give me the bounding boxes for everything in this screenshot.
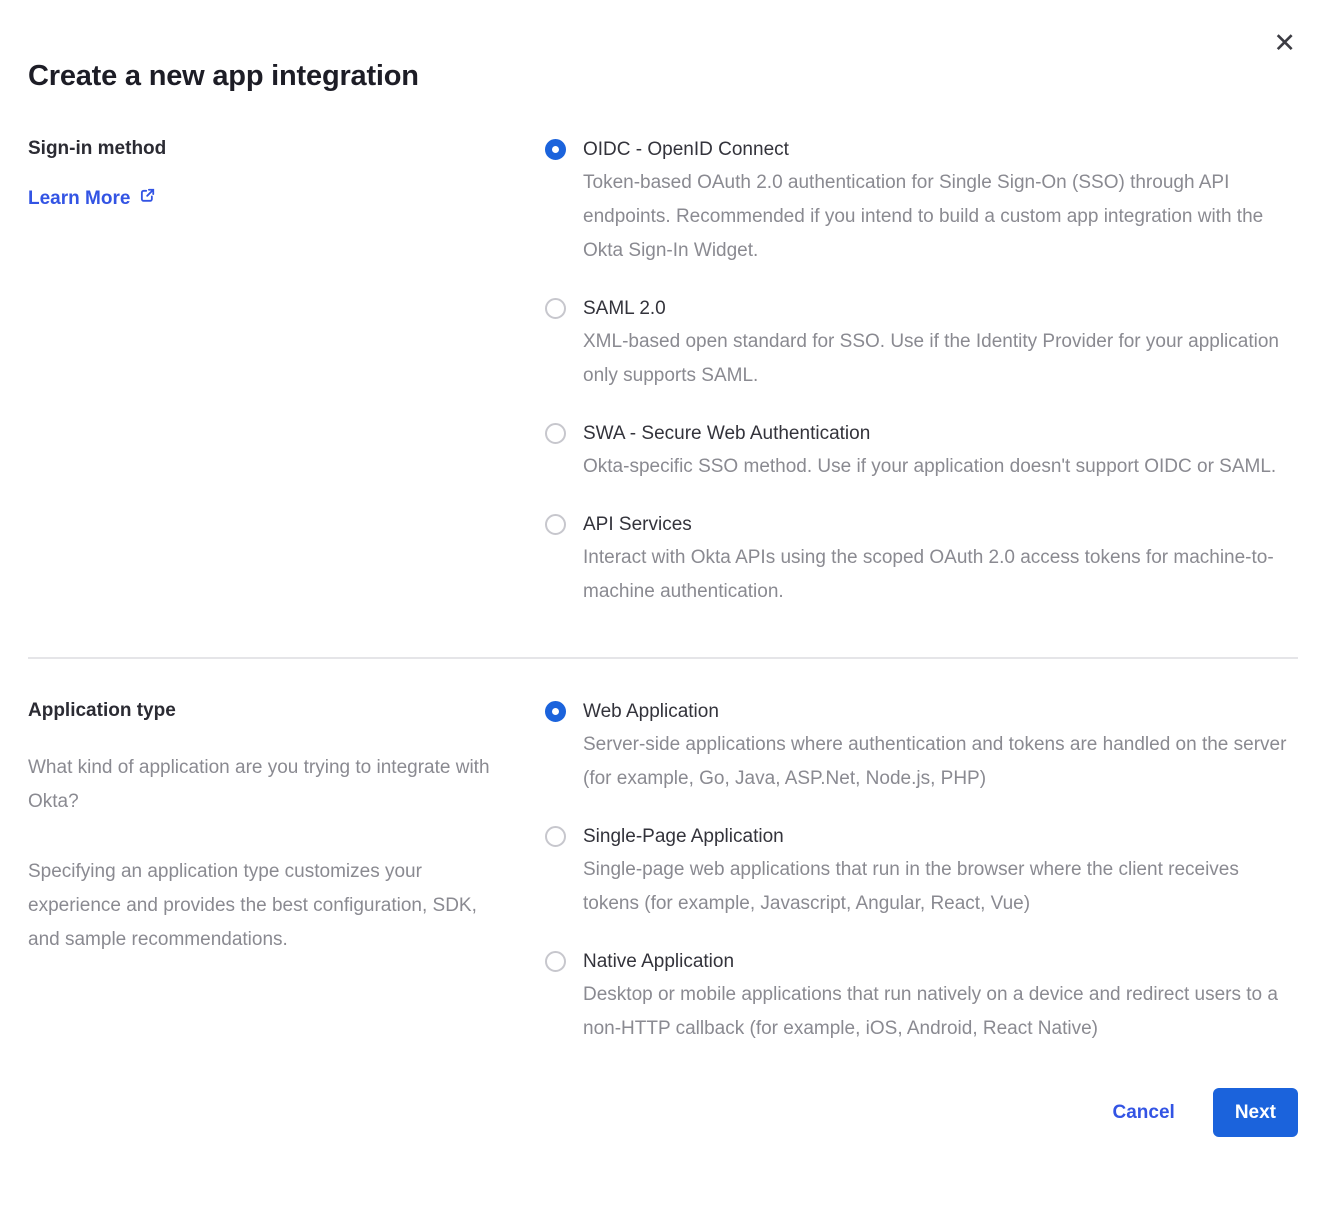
signin-method-options: OIDC - OpenID Connect Token-based OAuth … bbox=[545, 137, 1293, 609]
section-divider bbox=[28, 657, 1298, 659]
page-title: Create a new app integration bbox=[28, 60, 1298, 93]
application-type-left-column: Application type What kind of applicatio… bbox=[28, 699, 545, 1046]
signin-method-left-column: Sign-in method Learn More bbox=[28, 137, 545, 609]
option-spa-label[interactable]: Single-Page Application bbox=[583, 824, 1293, 849]
option-swa[interactable]: SWA - Secure Web Authentication Okta-spe… bbox=[545, 421, 1293, 484]
learn-more-link[interactable]: Learn More bbox=[28, 187, 156, 210]
radio-spa[interactable] bbox=[545, 826, 566, 847]
option-native-application[interactable]: Native Application Desktop or mobile app… bbox=[545, 949, 1293, 1046]
option-web-application[interactable]: Web Application Server-side applications… bbox=[545, 699, 1293, 796]
close-icon[interactable]: ✕ bbox=[1273, 30, 1296, 57]
application-type-options: Web Application Server-side applications… bbox=[545, 699, 1293, 1046]
option-api-services[interactable]: API Services Interact with Okta APIs usi… bbox=[545, 512, 1293, 609]
option-swa-label[interactable]: SWA - Secure Web Authentication bbox=[583, 421, 1276, 446]
radio-api-services[interactable] bbox=[545, 514, 566, 535]
application-type-description-2: Specifying an application type customize… bbox=[28, 855, 499, 957]
option-saml-description: XML-based open standard for SSO. Use if … bbox=[583, 325, 1293, 393]
radio-web-application[interactable] bbox=[545, 701, 566, 722]
radio-saml[interactable] bbox=[545, 298, 566, 319]
option-saml-label[interactable]: SAML 2.0 bbox=[583, 296, 1293, 321]
option-oidc-label[interactable]: OIDC - OpenID Connect bbox=[583, 137, 1293, 162]
application-type-description-1: What kind of application are you trying … bbox=[28, 751, 499, 819]
signin-method-label: Sign-in method bbox=[28, 137, 499, 161]
radio-oidc[interactable] bbox=[545, 139, 566, 160]
signin-method-section: Sign-in method Learn More OIDC - OpenID … bbox=[28, 137, 1298, 609]
option-spa[interactable]: Single-Page Application Single-page web … bbox=[545, 824, 1293, 921]
dialog-footer: Cancel Next bbox=[28, 1088, 1298, 1137]
option-native-application-description: Desktop or mobile applications that run … bbox=[583, 978, 1293, 1046]
option-spa-description: Single-page web applications that run in… bbox=[583, 853, 1293, 921]
option-swa-description: Okta-specific SSO method. Use if your ap… bbox=[583, 450, 1276, 484]
option-api-services-description: Interact with Okta APIs using the scoped… bbox=[583, 541, 1293, 609]
radio-swa[interactable] bbox=[545, 423, 566, 444]
radio-native-application[interactable] bbox=[545, 951, 566, 972]
learn-more-label: Learn More bbox=[28, 188, 130, 210]
option-native-application-label[interactable]: Native Application bbox=[583, 949, 1293, 974]
next-button[interactable]: Next bbox=[1213, 1088, 1298, 1137]
application-type-section: Application type What kind of applicatio… bbox=[28, 699, 1298, 1046]
option-web-application-label[interactable]: Web Application bbox=[583, 699, 1293, 724]
option-oidc-description: Token-based OAuth 2.0 authentication for… bbox=[583, 166, 1293, 268]
external-link-icon bbox=[139, 187, 156, 210]
option-saml[interactable]: SAML 2.0 XML-based open standard for SSO… bbox=[545, 296, 1293, 393]
create-app-integration-dialog: ✕ Create a new app integration Sign-in m… bbox=[0, 0, 1332, 1137]
option-web-application-description: Server-side applications where authentic… bbox=[583, 728, 1293, 796]
application-type-label: Application type bbox=[28, 699, 499, 723]
cancel-button[interactable]: Cancel bbox=[1113, 1102, 1175, 1124]
option-api-services-label[interactable]: API Services bbox=[583, 512, 1293, 537]
option-oidc[interactable]: OIDC - OpenID Connect Token-based OAuth … bbox=[545, 137, 1293, 268]
